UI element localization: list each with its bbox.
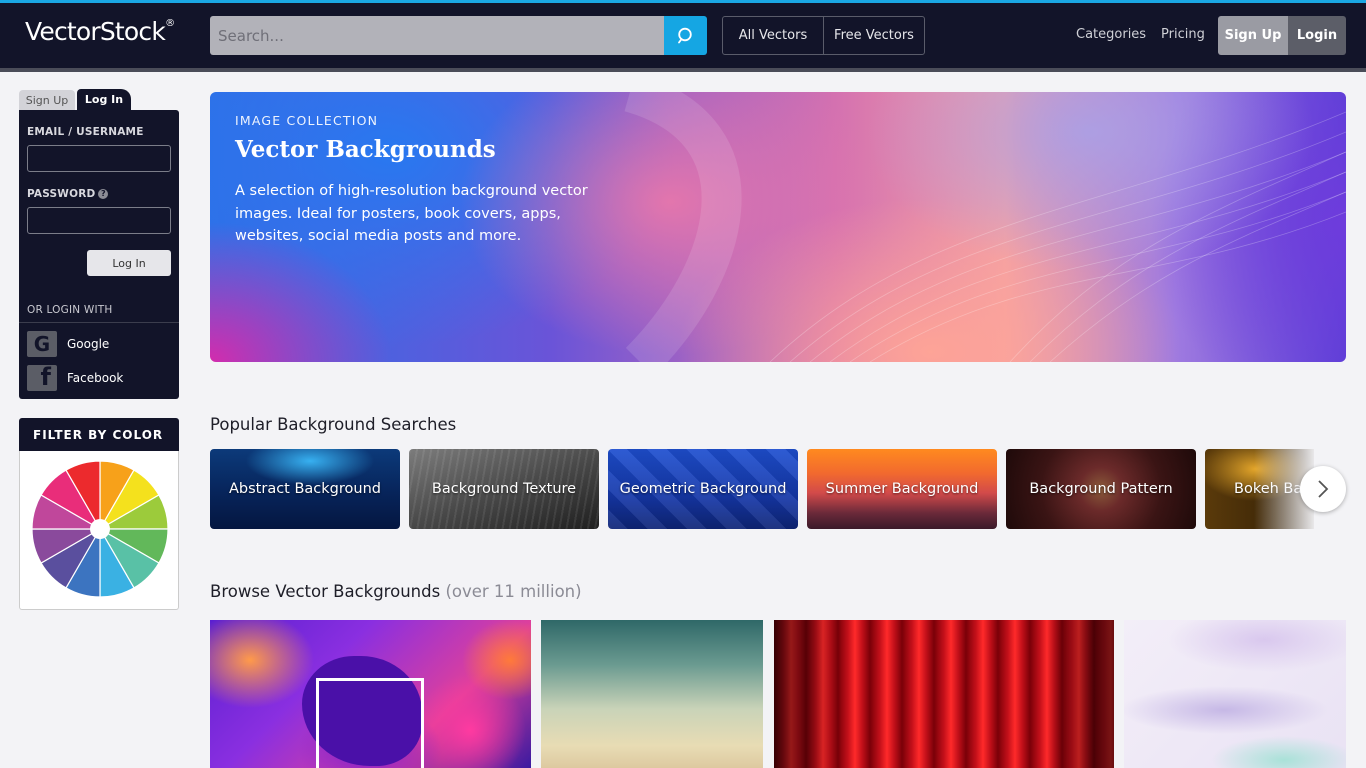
header-signup-button[interactable]: Sign Up: [1218, 16, 1288, 55]
nav-pricing[interactable]: Pricing: [1161, 27, 1205, 42]
registered-mark: ®: [165, 17, 175, 29]
header-divider: [0, 68, 1366, 72]
color-wheel-center: [90, 519, 110, 539]
thumbnail-fluid-abstract[interactable]: [210, 620, 531, 768]
thumbnail-grunge[interactable]: [541, 620, 763, 768]
thumbnail-red-curtain[interactable]: [774, 620, 1114, 768]
login-submit-button[interactable]: Log In: [87, 250, 171, 276]
browse-count: (over 11 million): [445, 582, 582, 601]
filter-by-color-title: FILTER BY COLOR: [19, 418, 179, 451]
popular-card-abstract[interactable]: Abstract Background: [210, 449, 400, 529]
tab-free-vectors[interactable]: Free Vectors: [823, 16, 925, 55]
password-label: PASSWORD?: [27, 188, 109, 200]
curtain-shade: [774, 620, 1114, 768]
login-divider: [19, 322, 179, 323]
google-icon: G: [27, 331, 57, 357]
facebook-label: Facebook: [67, 371, 124, 385]
login-panel: EMAIL / USERNAME PASSWORD? Log In OR LOG…: [19, 110, 179, 399]
nav-categories[interactable]: Categories: [1076, 27, 1146, 42]
popular-card-summer[interactable]: Summer Background: [807, 449, 997, 529]
filter-by-color-panel: [19, 451, 179, 610]
thumbnail-frame: [316, 678, 424, 768]
password-label-text: PASSWORD: [27, 188, 96, 200]
popular-card-texture[interactable]: Background Texture: [409, 449, 599, 529]
popular-searches-title: Popular Background Searches: [210, 415, 457, 434]
popular-card-geometric[interactable]: Geometric Background: [608, 449, 798, 529]
tab-log-in[interactable]: Log In: [77, 89, 131, 110]
search-icon: [677, 27, 692, 43]
popular-card-bokeh[interactable]: Bokeh Background: [1205, 449, 1314, 529]
browse-title: Browse Vector Backgrounds (over 11 milli…: [210, 582, 582, 601]
page-title: Vector Backgrounds: [235, 136, 496, 163]
password-field[interactable]: [27, 207, 171, 234]
help-icon[interactable]: ?: [98, 189, 109, 199]
google-login-button[interactable]: G Google: [27, 331, 109, 357]
logo[interactable]: VectorStock®: [25, 17, 175, 46]
hero-description: A selection of high-resolution backgroun…: [235, 183, 588, 244]
search-input[interactable]: [210, 16, 664, 55]
browse-title-text: Browse Vector Backgrounds: [210, 582, 441, 601]
tab-all-vectors[interactable]: All Vectors: [722, 16, 824, 55]
hero-kicker: IMAGE COLLECTION: [235, 113, 379, 128]
search-button[interactable]: [664, 16, 707, 55]
chevron-right-icon: [1318, 480, 1329, 498]
popular-card-pattern[interactable]: Background Pattern: [1006, 449, 1196, 529]
hero-banner: IMAGE COLLECTION Vector Backgrounds A se…: [210, 92, 1346, 362]
color-wheel[interactable]: [32, 461, 168, 597]
header-login-button[interactable]: Login: [1288, 16, 1346, 55]
tab-sign-up[interactable]: Sign Up: [19, 90, 75, 110]
thumbnail-pastel-brush[interactable]: [1124, 620, 1346, 768]
email-label: EMAIL / USERNAME: [27, 126, 144, 138]
carousel-next-button[interactable]: [1300, 466, 1346, 512]
or-login-with: OR LOGIN WITH: [27, 304, 113, 316]
email-field[interactable]: [27, 145, 171, 172]
popular-searches-carousel: Abstract Background Background Texture G…: [210, 449, 1314, 529]
google-label: Google: [67, 337, 110, 351]
facebook-login-button[interactable]: f Facebook: [27, 363, 124, 391]
facebook-icon: f: [27, 363, 57, 391]
logo-text: VectorStock: [25, 17, 166, 46]
